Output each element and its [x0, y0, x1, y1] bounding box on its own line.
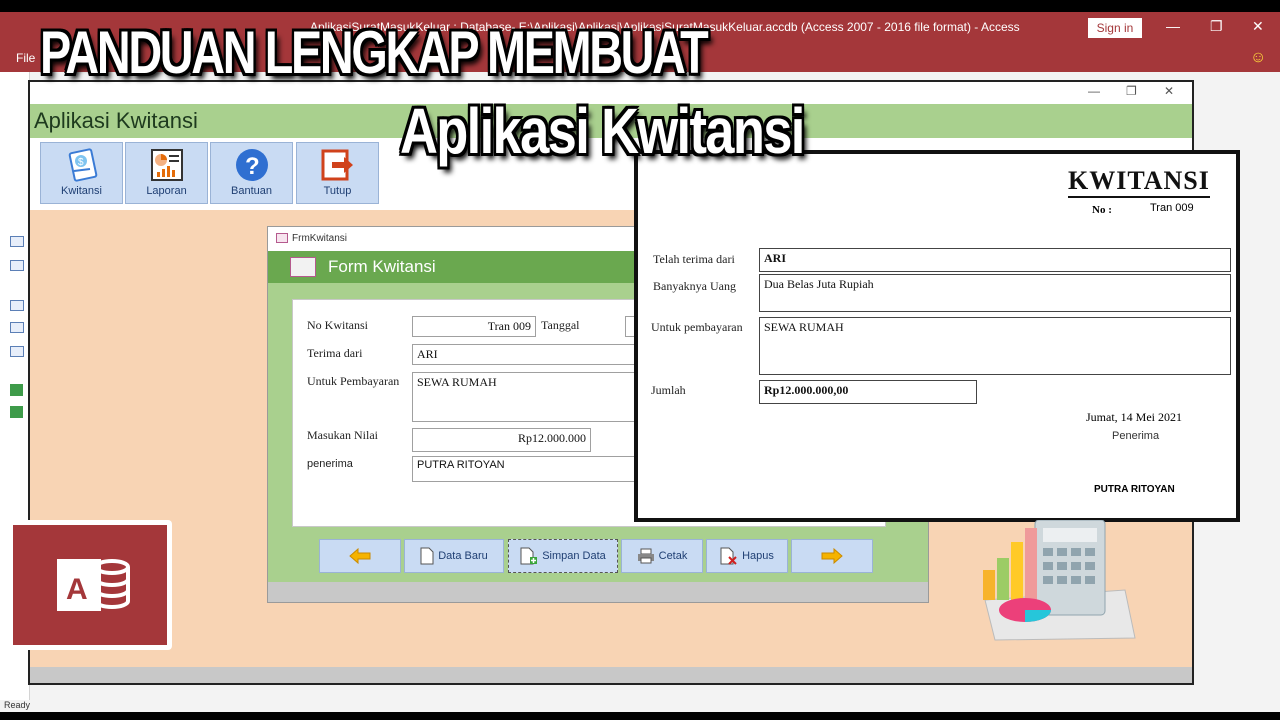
hapus-label: Hapus: [742, 550, 774, 562]
laporan-label: Laporan: [146, 185, 187, 197]
save-add-icon: [520, 547, 538, 565]
arrow-right-icon: [821, 548, 843, 564]
arrow-left-icon: [349, 548, 371, 564]
svg-text:$: $: [78, 157, 84, 168]
data-baru-label: Data Baru: [438, 550, 488, 562]
no-kwitansi-label: No Kwitansi: [307, 318, 368, 332]
simpan-data-label: Simpan Data: [542, 550, 606, 562]
form-icon[interactable]: [10, 322, 24, 333]
telah-terima-label: Telah terima dari: [653, 252, 735, 266]
jumlah-label: Jumlah: [651, 383, 686, 397]
status-bar: Ready: [0, 700, 1280, 712]
access-logo-icon: A: [57, 559, 130, 611]
untuk-pembayaran-receipt-label: Untuk pembayaran: [651, 320, 743, 334]
frm-kwitansi-title: FrmKwitansi: [292, 233, 348, 244]
jumlah-value: Rp12.000.000,00: [759, 380, 977, 404]
simpan-data-button[interactable]: Simpan Data: [508, 539, 618, 573]
restore-icon[interactable]: ❐: [1126, 84, 1137, 98]
penerima-field[interactable]: PUTRA RITOYAN: [412, 456, 642, 482]
exit-arrow-icon: [321, 149, 353, 181]
form-footer-bar: [268, 582, 928, 602]
next-record-button[interactable]: [791, 539, 873, 573]
minimize-icon[interactable]: —: [1088, 84, 1100, 98]
untuk-pembayaran-receipt-value: SEWA RUMAH: [759, 317, 1231, 375]
sign-in-button[interactable]: Sign in: [1088, 18, 1142, 38]
access-logo: A: [8, 520, 172, 650]
form-icon: [276, 233, 288, 243]
telah-terima-value: ARI: [759, 248, 1231, 272]
printer-icon: [637, 548, 654, 564]
kwitansi-button[interactable]: $ Kwitansi: [40, 142, 123, 204]
cetak-label: Cetak: [658, 550, 688, 562]
tutup-button[interactable]: Tutup: [296, 142, 379, 204]
headline-line-1: PANDUAN LENGKAP MEMBUAT: [40, 19, 709, 86]
tanggal-label: Tanggal: [541, 318, 580, 332]
close-icon[interactable]: ✕: [1252, 18, 1264, 35]
kwitansi-label: Kwitansi: [61, 185, 102, 197]
data-baru-button[interactable]: Data Baru: [404, 539, 504, 573]
form-header-title: Form Kwitansi: [328, 257, 436, 276]
untuk-pembayaran-field[interactable]: SEWA RUMAH: [412, 372, 642, 422]
terima-dari-label: Terima dari: [307, 346, 363, 360]
masukan-nilai-field[interactable]: Rp12.000.000: [412, 428, 591, 452]
report-icon[interactable]: [10, 406, 23, 418]
bantuan-label: Bantuan: [231, 185, 272, 197]
report-chart-icon: [150, 149, 183, 181]
cetak-button[interactable]: Cetak: [621, 539, 703, 573]
previous-record-button[interactable]: [319, 539, 401, 573]
form-header-icon: [290, 257, 316, 277]
headline-line-2: Aplikasi Kwitansi: [400, 95, 805, 167]
terima-dari-field[interactable]: ARI: [412, 344, 642, 365]
form-icon[interactable]: [10, 300, 24, 311]
no-kwitansi-field[interactable]: Tran 009: [412, 316, 536, 337]
receipt-icon: $: [68, 148, 97, 182]
receipt-no-value: Tran 009: [1150, 202, 1194, 214]
new-document-icon: [420, 547, 434, 565]
svg-text:A: A: [66, 573, 88, 606]
svg-text:?: ?: [245, 153, 260, 180]
report-icon[interactable]: [10, 384, 23, 396]
receipt-no-label: No :: [1092, 204, 1112, 216]
banyaknya-uang-label: Banyaknya Uang: [653, 279, 736, 293]
minimize-icon[interactable]: —: [1166, 18, 1180, 34]
hapus-button[interactable]: Hapus: [706, 539, 788, 573]
tutup-label: Tutup: [323, 185, 352, 197]
feedback-smiley-icon[interactable]: ☺: [1250, 49, 1266, 67]
finance-chart-illustration: [983, 520, 1136, 641]
form-icon[interactable]: [10, 346, 24, 357]
kwitansi-receipt-preview: KWITANSI No : Tran 009 Telah terima dari…: [634, 150, 1240, 522]
close-icon[interactable]: ✕: [1164, 84, 1174, 98]
bantuan-button[interactable]: ? Bantuan: [210, 142, 293, 204]
receipt-date: Jumat, 14 Mei 2021: [1086, 410, 1182, 424]
banyaknya-uang-value: Dua Belas Juta Rupiah: [759, 274, 1231, 312]
help-question-icon: ?: [235, 149, 268, 181]
restore-icon[interactable]: ❐: [1210, 18, 1223, 35]
table-icon[interactable]: [10, 260, 24, 271]
app-title: Aplikasi Kwitansi: [34, 108, 198, 133]
receipt-penerima-label: Penerima: [1112, 430, 1160, 442]
penerima-label: penerima: [307, 458, 353, 470]
receipt-title: KWITANSI: [1068, 166, 1210, 198]
untuk-pembayaran-label: Untuk Pembayaran: [307, 374, 400, 388]
receipt-penerima-name: PUTRA RITOYAN: [1094, 484, 1175, 495]
laporan-button[interactable]: Laporan: [125, 142, 208, 204]
masukan-nilai-label: Masukan Nilai: [307, 428, 378, 442]
table-icon[interactable]: [10, 236, 24, 247]
delete-document-icon: [720, 547, 737, 565]
app-bottom-bar: [30, 667, 1192, 683]
file-menu-tab[interactable]: File: [16, 51, 35, 65]
